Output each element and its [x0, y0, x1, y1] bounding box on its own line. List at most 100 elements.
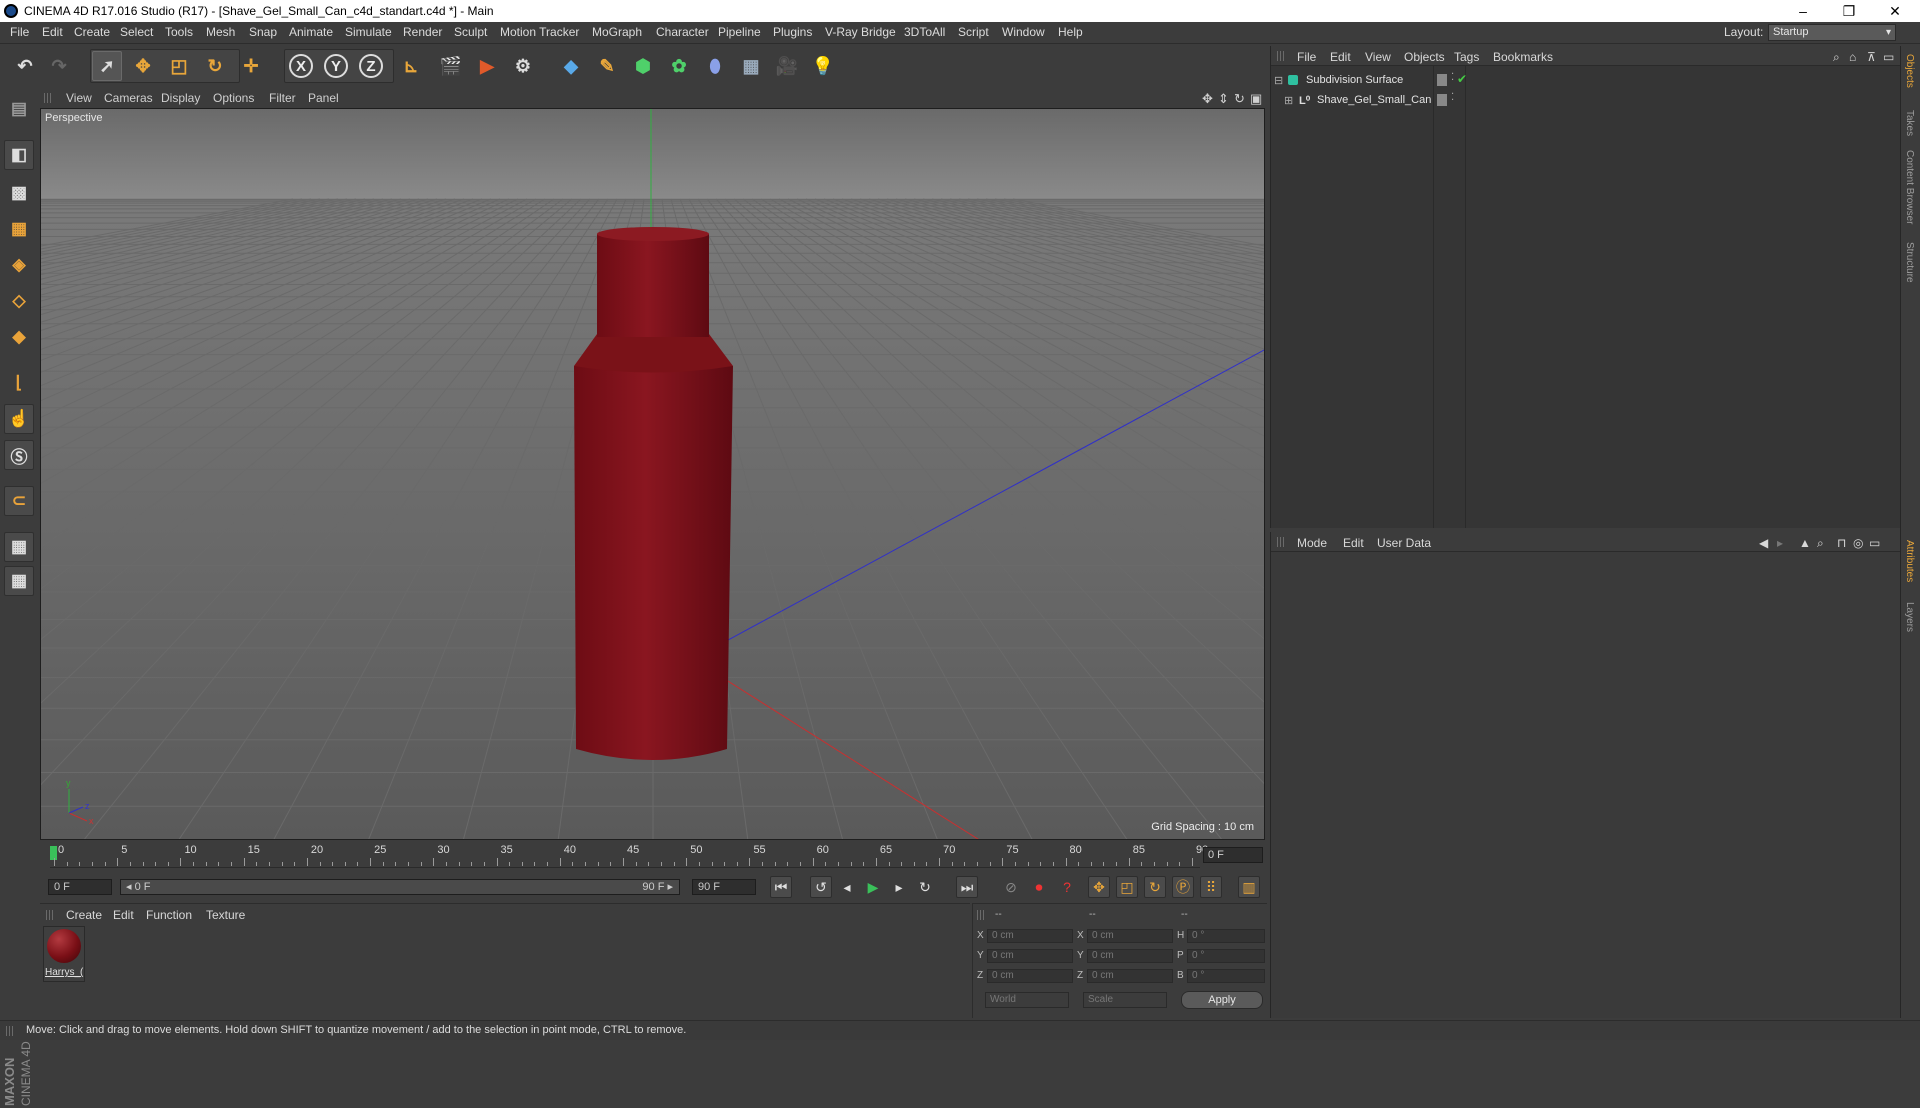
- material-menu-create[interactable]: Create: [66, 908, 102, 922]
- planar-workplane-icon[interactable]: ▦: [4, 566, 34, 596]
- coord-rot-p-field[interactable]: 0 °: [1187, 949, 1265, 963]
- layer-swatch-icon[interactable]: [1437, 94, 1447, 106]
- layer-swatch-icon[interactable]: [1437, 74, 1447, 86]
- cloner-icon[interactable]: ✿: [664, 51, 694, 81]
- workplane-lock-icon[interactable]: ▦: [4, 532, 34, 562]
- polygons-mode-icon[interactable]: ◆: [4, 322, 34, 352]
- z-axis-icon[interactable]: Z: [356, 51, 386, 81]
- menu-mesh[interactable]: Mesh: [206, 25, 235, 39]
- expand-icon[interactable]: ⊞: [1284, 94, 1293, 107]
- select-arrow-icon[interactable]: ➚: [92, 51, 122, 81]
- menu-sculpt[interactable]: Sculpt: [454, 25, 487, 39]
- menu-render[interactable]: Render: [403, 25, 442, 39]
- viewport-menu-cameras[interactable]: Cameras: [104, 91, 153, 105]
- move-icon[interactable]: ✥: [128, 51, 158, 81]
- coord-pos-y-field[interactable]: 0 cm: [987, 949, 1073, 963]
- material-menu-edit[interactable]: Edit: [113, 908, 134, 922]
- minimize-button[interactable]: –: [1780, 0, 1826, 22]
- model-mode-icon[interactable]: ◧: [4, 140, 34, 170]
- coord-pos-z-field[interactable]: 0 cm: [987, 969, 1073, 983]
- material-swatch[interactable]: Harrys_(: [43, 926, 85, 982]
- y-axis-icon[interactable]: Y: [321, 51, 351, 81]
- menu-window[interactable]: Window: [1002, 25, 1045, 39]
- cube-icon[interactable]: ◆: [556, 51, 586, 81]
- scale-icon[interactable]: ◰: [164, 51, 194, 81]
- edges-mode-icon[interactable]: ◇: [4, 286, 34, 316]
- apply-button[interactable]: Apply: [1181, 991, 1263, 1009]
- next-key-icon[interactable]: ↻: [914, 876, 936, 898]
- go-to-end-icon[interactable]: ⏭: [956, 876, 978, 898]
- x-axis-icon[interactable]: X: [286, 51, 316, 81]
- redo-icon[interactable]: ↷: [44, 51, 74, 81]
- tab-content-browser[interactable]: Content Browser: [1904, 150, 1915, 224]
- next-frame-icon[interactable]: ▸: [888, 876, 910, 898]
- texture-mode-icon[interactable]: ▩: [4, 178, 34, 208]
- obj-new-window-icon[interactable]: ▭: [1883, 50, 1894, 64]
- viewport-nav-zoom-icon[interactable]: ⇕: [1218, 91, 1229, 107]
- camera-icon[interactable]: 🎥: [772, 51, 802, 81]
- go-to-start-icon[interactable]: ⏮: [770, 876, 792, 898]
- panel-grip[interactable]: [1277, 51, 1285, 61]
- object-row-subdivision[interactable]: ⊟ Subdivision Surface ⁚ ✔: [1271, 72, 1901, 92]
- undo-icon[interactable]: ↶: [10, 51, 40, 81]
- layout-select[interactable]: Startup: [1768, 24, 1896, 41]
- workplane-icon[interactable]: ▦: [4, 214, 34, 244]
- coord-rot-b-field[interactable]: 0 °: [1187, 969, 1265, 983]
- attr-menu-user-data[interactable]: User Data: [1377, 536, 1431, 550]
- menu-character[interactable]: Character: [656, 25, 709, 39]
- render-settings-icon[interactable]: ⚙: [508, 51, 538, 81]
- solo-icon[interactable]: Ⓢ: [4, 440, 34, 470]
- menu-pipeline[interactable]: Pipeline: [718, 25, 761, 39]
- enabled-check-icon[interactable]: ✔: [1457, 72, 1467, 86]
- make-editable-icon[interactable]: ▤: [4, 94, 34, 124]
- attr-search-icon[interactable]: ⌕: [1817, 536, 1824, 551]
- panel-grip[interactable]: [1277, 537, 1285, 547]
- material-menu-function[interactable]: Function: [146, 908, 192, 922]
- coord-size-x-field[interactable]: 0 cm: [1087, 929, 1173, 943]
- viewport-menu-panel[interactable]: Panel: [308, 91, 339, 105]
- object-name[interactable]: Subdivision Surface: [1306, 74, 1403, 86]
- menu-simulate[interactable]: Simulate: [345, 25, 392, 39]
- coord-size-z-field[interactable]: 0 cm: [1087, 969, 1173, 983]
- panel-grip[interactable]: [46, 910, 54, 920]
- max-frame-field[interactable]: 90 F: [692, 879, 756, 895]
- menu-file[interactable]: File: [10, 25, 29, 39]
- restore-button[interactable]: ❐: [1826, 0, 1872, 22]
- render-view-icon[interactable]: 🎬: [436, 51, 466, 81]
- viewport-menu-filter[interactable]: Filter: [269, 91, 296, 105]
- viewport-maximize-icon[interactable]: ▣: [1250, 91, 1262, 107]
- menu-plugins[interactable]: Plugins: [773, 25, 812, 39]
- obj-up-icon[interactable]: ⊼: [1867, 50, 1876, 64]
- floor-icon[interactable]: ▦: [736, 51, 766, 81]
- menu-help[interactable]: Help: [1058, 25, 1083, 39]
- key-position-icon[interactable]: ✥: [1088, 876, 1110, 898]
- snap-icon[interactable]: ⊂: [4, 486, 34, 516]
- material-menu-texture[interactable]: Texture: [206, 908, 245, 922]
- timeline-ruler[interactable]: 051015202530354045505560657075808590 0 F: [40, 843, 1265, 869]
- coord-size-mode-select[interactable]: Scale: [1083, 992, 1167, 1008]
- viewport-menu-display[interactable]: Display: [161, 91, 200, 105]
- menu-vray-bridge[interactable]: V-Ray Bridge: [825, 25, 896, 39]
- close-button[interactable]: ✕: [1872, 0, 1918, 22]
- render-picture-viewer-icon[interactable]: ▶: [472, 51, 502, 81]
- menu-script[interactable]: Script: [958, 25, 989, 39]
- tab-objects[interactable]: Objects: [1904, 54, 1915, 88]
- key-rotation-icon[interactable]: ↻: [1144, 876, 1166, 898]
- perspective-viewport[interactable]: y x z Perspective Grid Spacing : 10 cm: [40, 108, 1265, 840]
- obj-menu-edit[interactable]: Edit: [1330, 50, 1351, 64]
- attr-menu-mode[interactable]: Mode: [1297, 536, 1327, 550]
- attr-settings-icon[interactable]: ◎: [1853, 536, 1863, 550]
- menu-edit[interactable]: Edit: [42, 25, 63, 39]
- menu-snap[interactable]: Snap: [249, 25, 277, 39]
- obj-search-icon[interactable]: ⌕: [1833, 50, 1840, 65]
- timeline-window-icon[interactable]: ▥: [1238, 876, 1260, 898]
- points-mode-icon[interactable]: ◈: [4, 250, 34, 280]
- axis-mode-icon[interactable]: ⌊: [4, 368, 34, 398]
- obj-menu-bookmarks[interactable]: Bookmarks: [1493, 50, 1553, 64]
- menu-tools[interactable]: Tools: [165, 25, 193, 39]
- attr-lock-icon[interactable]: ⊓: [1837, 536, 1846, 550]
- attr-forward-icon[interactable]: ▸: [1777, 536, 1783, 550]
- menu-select[interactable]: Select: [120, 25, 153, 39]
- viewport-nav-rotate-icon[interactable]: ↻: [1234, 91, 1245, 107]
- menu-animate[interactable]: Animate: [289, 25, 333, 39]
